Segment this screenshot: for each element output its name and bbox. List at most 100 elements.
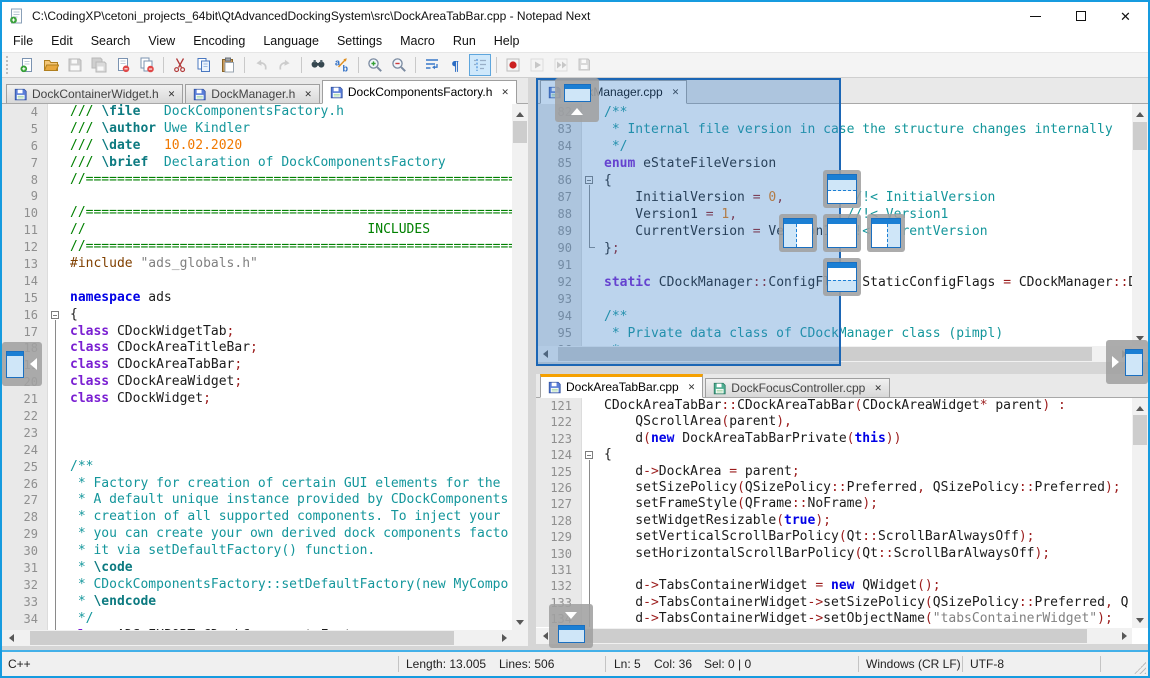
close-all-button[interactable] [136,54,158,76]
scroll-down-icon[interactable] [516,620,524,629]
macro-record-button[interactable] [502,54,524,76]
dock-indicator-split-top[interactable] [823,170,861,208]
scrollbar-thumb[interactable] [30,631,454,645]
code-text: //======================================… [64,205,512,222]
scroll-left-icon[interactable] [5,634,14,642]
editor-bottomRight[interactable]: 121CDockAreaTabBar::CDockAreaTabBar(CDoc… [536,398,1132,628]
menu-item-help[interactable]: Help [485,31,529,51]
toolbar-grip[interactable] [6,56,11,74]
fold-collapse-icon[interactable] [51,311,59,319]
menu-item-file[interactable]: File [4,31,42,51]
vertical-scrollbar[interactable] [1132,104,1148,346]
code-line: 29 * you can create your own derived doc… [2,526,512,543]
close-button[interactable]: ✕ [1103,2,1148,30]
copy-button[interactable] [193,54,215,76]
zoom-out-button[interactable] [388,54,410,76]
vertical-scrollbar[interactable] [1132,398,1148,628]
scrollbar-thumb[interactable] [1133,122,1147,150]
fold-collapse-icon[interactable] [585,451,593,459]
resize-grip[interactable] [1134,662,1146,674]
status-language[interactable]: C++ [8,652,31,676]
scrollbar-thumb[interactable] [562,629,1087,643]
tab-dockareatabbar-cpp[interactable]: DockAreaTabBar.cpp✕ [540,374,703,398]
new-file-button[interactable] [16,54,38,76]
menu-item-language[interactable]: Language [254,31,328,51]
dock-indicator-bottom-edge[interactable] [549,604,593,648]
code-token: :: [792,496,808,511]
menu-item-encoding[interactable]: Encoding [184,31,254,51]
scrollbar-thumb[interactable] [513,121,527,143]
show-all-characters-button[interactable]: ¶ [445,54,467,76]
tab-close-icon[interactable]: ✕ [168,89,176,100]
dock-indicator-top-edge[interactable] [555,78,599,122]
scroll-up-icon[interactable] [1136,402,1144,411]
undo-button[interactable] [250,54,272,76]
tab-label: DockManager.h [211,87,295,101]
tab-close-icon[interactable]: ✕ [874,383,882,394]
status-eol[interactable]: Windows (CR LF) [866,652,961,676]
replace-button[interactable]: ab [331,54,353,76]
status-encoding[interactable]: UTF-8 [970,652,1004,676]
menu-item-edit[interactable]: Edit [42,31,82,51]
open-file-button[interactable] [40,54,62,76]
code-text: d->TabsContainerWidget->setObjectName("t… [598,611,1132,627]
horizontal-scrollbar[interactable] [536,628,1132,644]
menu-item-run[interactable]: Run [444,31,485,51]
word-wrap-button[interactable] [421,54,443,76]
tab-close-icon[interactable]: ✕ [304,89,312,100]
menu-item-macro[interactable]: Macro [391,31,444,51]
indent-guides-button[interactable] [469,54,491,76]
fold-line [55,425,56,442]
tab-dockfocuscontroller-cpp[interactable]: DockFocusController.cpp✕ [705,378,890,398]
horizontal-scrollbar[interactable] [2,630,512,646]
code-token: DockComponentsFactory.h [140,104,344,119]
fold-line [55,340,56,357]
scroll-down-icon[interactable] [1136,618,1144,627]
menu-item-view[interactable]: View [139,31,184,51]
scroll-up-icon[interactable] [1136,108,1144,117]
tab-close-icon[interactable]: ✕ [501,87,509,98]
code-line: 30 * it via setDefaultFactory() function… [2,543,512,560]
cut-button[interactable] [169,54,191,76]
dock-indicator-left-edge[interactable] [2,342,42,386]
editor-left[interactable]: 4/// \file DockComponentsFactory.h5/// \… [2,104,512,630]
dock-indicator-split-left[interactable] [779,214,817,252]
code-token: \file [101,104,140,119]
fold-line [589,546,590,562]
code-token: setFrameStyle [604,496,737,511]
scroll-up-icon[interactable] [516,108,524,117]
zoom-in-button[interactable] [364,54,386,76]
scrollbar-thumb[interactable] [1133,415,1147,445]
macro-save-button[interactable] [574,54,596,76]
macro-run-multiple-button[interactable] [550,54,572,76]
menu-item-search[interactable]: Search [82,31,140,51]
dock-indicator-split-right[interactable] [867,214,905,252]
tab-close-icon[interactable]: ✕ [688,382,696,393]
save-all-button[interactable] [88,54,110,76]
save-file-button[interactable] [64,54,86,76]
minimize-button[interactable] [1013,2,1058,30]
scroll-left-icon[interactable] [539,632,548,640]
dock-indicator-split-bottom[interactable] [823,258,861,296]
menu-item-settings[interactable]: Settings [328,31,391,51]
macro-play-button[interactable] [526,54,548,76]
dock-indicator-right-edge[interactable] [1106,340,1148,384]
vertical-scrollbar[interactable] [512,104,528,630]
find-button[interactable] [307,54,329,76]
code-token: ScrollBarAlwaysOff [878,529,1019,544]
macro-record-icon [505,57,521,73]
close-file-button[interactable] [112,54,134,76]
redo-button[interactable] [274,54,296,76]
code-token: ( [737,496,745,511]
fold-line [55,543,56,560]
paste-button[interactable] [217,54,239,76]
tab-dockmanager-h[interactable]: DockManager.h ✕ [185,84,320,104]
tab-dockcontainerwidget-h[interactable]: DockContainerWidget.h✕ [6,84,183,104]
code-token [140,138,163,153]
dock-indicator-tab-center[interactable] [823,214,861,252]
maximize-button[interactable] [1058,2,1103,30]
code-token: ); [862,496,878,511]
scroll-right-icon[interactable] [1122,632,1131,640]
scroll-right-icon[interactable] [502,634,511,642]
tab-dockcomponentsfactory-h[interactable]: DockComponentsFactory.h✕ [322,80,517,104]
